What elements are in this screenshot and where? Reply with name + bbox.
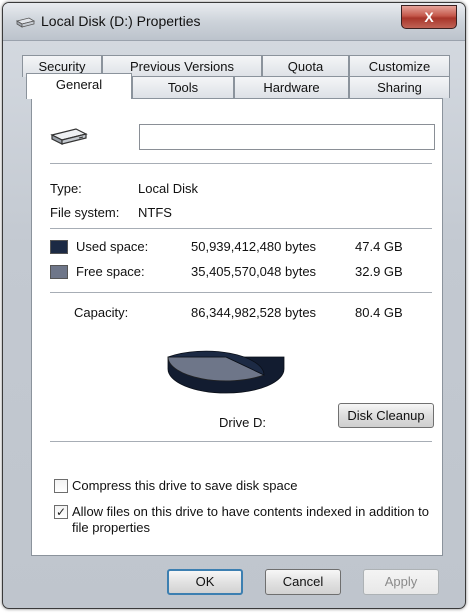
index-label-line1: Allow files on this drive to have conten… <box>72 504 429 519</box>
apply-button[interactable]: Apply <box>363 569 439 595</box>
drive-title-icon <box>15 17 35 28</box>
separator <box>50 228 432 229</box>
tab-hardware[interactable]: Hardware <box>234 76 349 98</box>
used-space-swatch <box>50 240 68 254</box>
title-bar[interactable]: Local Disk (D:) Properties X <box>3 3 465 41</box>
tab-quota[interactable]: Quota <box>262 55 349 77</box>
hard-drive-icon <box>50 128 88 145</box>
separator <box>50 163 432 164</box>
disk-cleanup-button[interactable]: Disk Cleanup <box>338 403 434 428</box>
tab-general[interactable]: General <box>26 73 132 99</box>
capacity-label: Capacity: <box>74 305 129 320</box>
tab-sharing[interactable]: Sharing <box>349 76 450 98</box>
type-value: Local Disk <box>138 181 198 196</box>
general-panel: Type: Local Disk File system: NTFS Used … <box>31 98 443 556</box>
tab-customize[interactable]: Customize <box>349 55 450 77</box>
ok-button[interactable]: OK <box>167 569 243 595</box>
used-space-label: Used space: <box>76 239 149 254</box>
capacity-bytes: 86,344,982,528 bytes <box>191 305 317 320</box>
separator <box>50 441 432 442</box>
close-button[interactable]: X <box>401 5 457 29</box>
drive-label: Drive D: <box>219 415 266 430</box>
file-system-label: File system: <box>50 205 120 220</box>
free-space-size: 32.9 GB <box>355 264 403 279</box>
window-title: Local Disk (D:) Properties <box>41 13 201 29</box>
free-space-swatch <box>50 265 68 279</box>
compress-label: Compress this drive to save disk space <box>72 478 298 493</box>
file-system-value: NTFS <box>138 205 172 220</box>
drive-name-input[interactable] <box>139 124 435 150</box>
properties-dialog: Local Disk (D:) Properties X Security Pr… <box>2 2 466 609</box>
used-space-size: 47.4 GB <box>355 239 403 254</box>
index-checkbox[interactable]: ✓ <box>54 505 68 519</box>
tab-tools[interactable]: Tools <box>132 76 234 98</box>
free-space-bytes: 35,405,570,048 bytes <box>191 264 317 279</box>
separator <box>50 292 432 293</box>
free-space-label: Free space: <box>76 264 145 279</box>
capacity-size: 80.4 GB <box>355 305 403 320</box>
type-label: Type: <box>50 181 82 196</box>
cancel-button[interactable]: Cancel <box>265 569 341 595</box>
used-space-bytes: 50,939,412,480 bytes <box>191 239 317 254</box>
tabs-row-2: General Tools Hardware Sharing <box>22 73 450 99</box>
disk-usage-pie-chart <box>167 350 285 394</box>
index-label-line2: file properties <box>72 520 151 535</box>
compress-checkbox[interactable] <box>54 479 68 493</box>
